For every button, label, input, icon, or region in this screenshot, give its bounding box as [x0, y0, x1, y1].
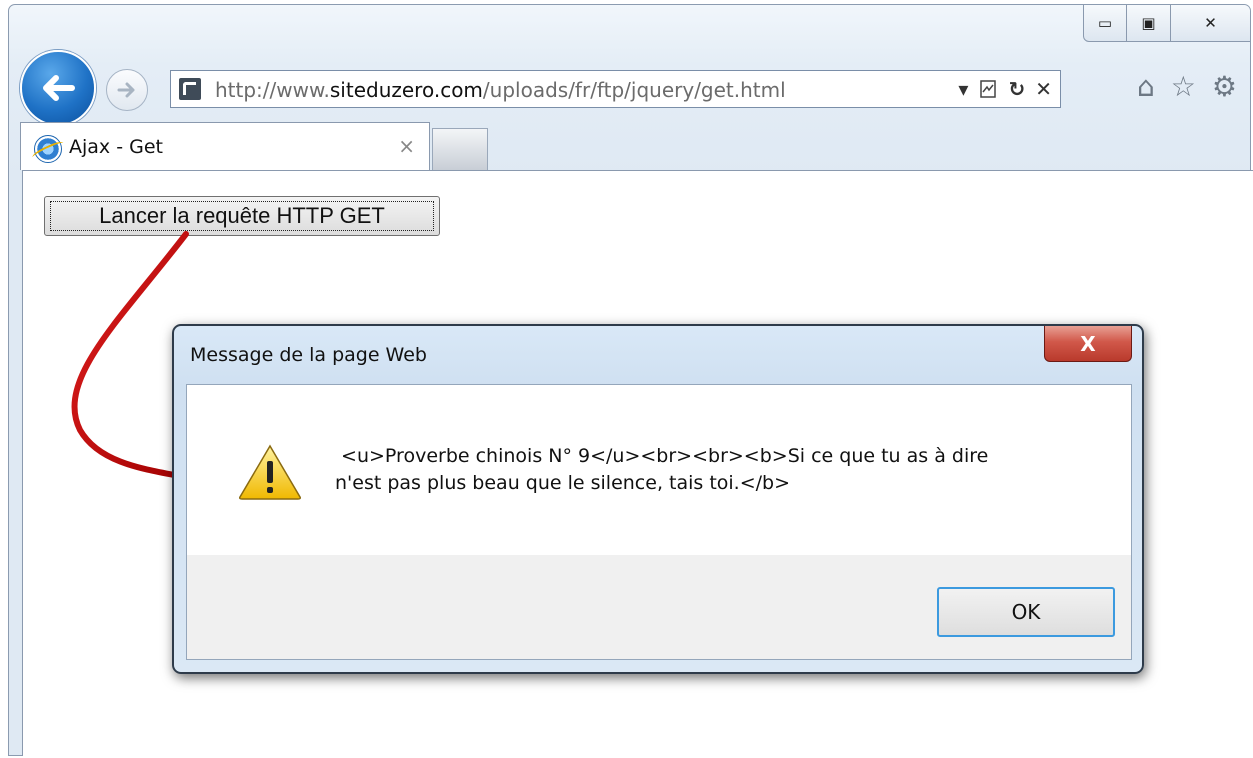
toolbar-icons: ⌂ ☆ ⚙ — [1137, 70, 1237, 103]
dialog-footer: OK — [187, 555, 1131, 659]
dialog-close-icon: X — [1080, 331, 1096, 356]
url-path: /uploads/fr/ftp/jquery/get.html — [482, 78, 786, 102]
tab-label: Ajax - Get — [69, 136, 163, 158]
maximize-icon: ▣ — [1141, 14, 1156, 32]
dropdown-icon[interactable]: ▾ — [958, 77, 968, 101]
site-favicon-icon — [179, 78, 201, 100]
dialog-close-button[interactable]: X — [1044, 326, 1132, 362]
minimize-button[interactable]: ▭ — [1083, 5, 1127, 42]
close-icon: ✕ — [1204, 14, 1217, 32]
back-button[interactable] — [20, 50, 96, 126]
dialog-body: <u>Proverbe chinois N° 9</u><br><br><b>S… — [186, 384, 1132, 660]
alert-dialog: Message de la page Web X <u>Proverbe chi… — [172, 324, 1144, 674]
minimize-icon: ▭ — [1097, 14, 1113, 32]
tab-ajax-get[interactable]: Ajax - Get × — [20, 122, 430, 170]
stop-icon[interactable]: ✕ — [1035, 77, 1052, 101]
new-tab-button[interactable] — [432, 128, 488, 170]
refresh-icon[interactable]: ↻ — [1008, 77, 1025, 101]
address-tools: ▾ ↻ ✕ — [958, 77, 1052, 101]
favorites-icon[interactable]: ☆ — [1171, 70, 1196, 103]
url-text[interactable]: http://www.siteduzero.com/uploads/fr/ftp… — [215, 78, 786, 102]
http-get-button[interactable]: Lancer la requête HTTP GET — [44, 196, 440, 236]
url-domain: siteduzero.com — [329, 78, 483, 102]
maximize-button[interactable]: ▣ — [1127, 5, 1171, 42]
url-prefix: http://www. — [215, 78, 330, 102]
tab-close-icon[interactable]: × — [398, 134, 415, 158]
home-icon[interactable]: ⌂ — [1137, 70, 1155, 103]
forward-arrow-icon — [117, 82, 135, 98]
window-close-button[interactable]: ✕ — [1171, 5, 1250, 42]
forward-button[interactable] — [106, 69, 148, 111]
dialog-message: <u>Proverbe chinois N° 9</u><br><br><b>S… — [335, 445, 989, 494]
warning-icon — [239, 444, 301, 500]
ok-button[interactable]: OK — [937, 587, 1115, 637]
tools-icon[interactable]: ⚙ — [1212, 70, 1237, 103]
http-get-button-label: Lancer la requête HTTP GET — [50, 201, 434, 231]
dialog-title: Message de la page Web — [190, 344, 427, 366]
caption-buttons: ▭ ▣ ✕ — [1083, 5, 1250, 42]
back-arrow-icon — [43, 75, 75, 101]
address-bar[interactable]: http://www.siteduzero.com/uploads/fr/ftp… — [170, 70, 1061, 108]
compatibility-view-icon[interactable] — [978, 79, 998, 99]
ie-icon — [34, 135, 62, 163]
